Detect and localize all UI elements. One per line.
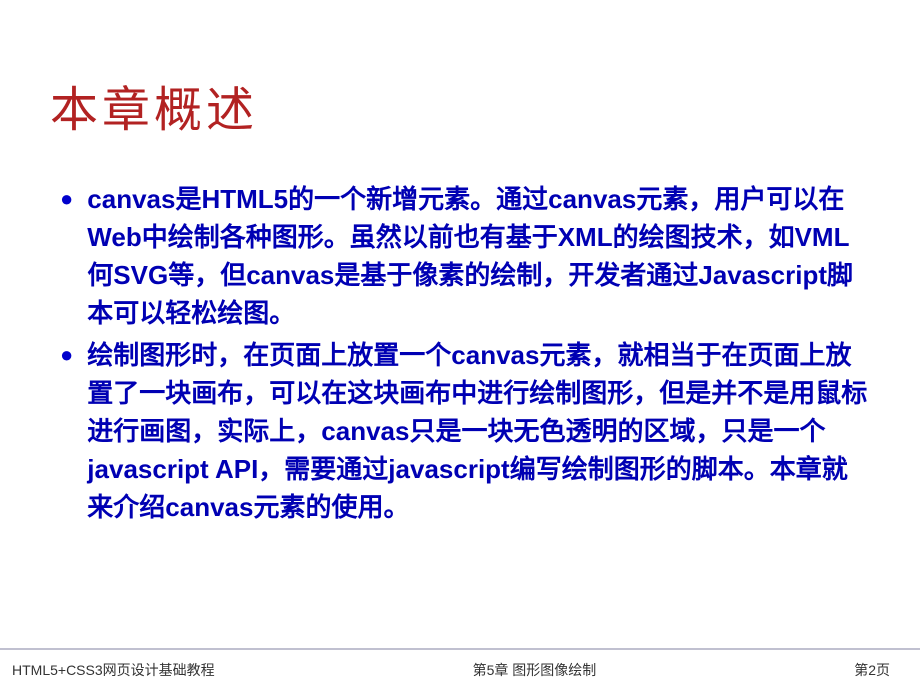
chapter-title: 本章概述 bbox=[50, 70, 870, 140]
slide: 本章概述 ● canvas是HTML5的一个新增元素。通过canvas元素，用户… bbox=[0, 0, 920, 690]
bullet-item: ● canvas是HTML5的一个新增元素。通过canvas元素，用户可以在We… bbox=[60, 180, 870, 332]
content-area: ● canvas是HTML5的一个新增元素。通过canvas元素，用户可以在We… bbox=[50, 180, 870, 690]
bullet-dot-icon: ● bbox=[60, 336, 73, 374]
footer-chapter: 第5章 图形图像绘制 bbox=[215, 660, 855, 680]
bullet-item: ● 绘制图形时，在页面上放置一个canvas元素，就相当于在页面上放置了一块画布… bbox=[60, 336, 870, 526]
bullet-text: canvas是HTML5的一个新增元素。通过canvas元素，用户可以在Web中… bbox=[87, 180, 870, 332]
footer-book-title: HTML5+CSS3网页设计基础教程 bbox=[12, 660, 215, 680]
footer-page-number: 第2页 bbox=[854, 660, 890, 680]
bullet-dot-icon: ● bbox=[60, 180, 73, 218]
footer: HTML5+CSS3网页设计基础教程 第5章 图形图像绘制 第2页 bbox=[0, 648, 920, 680]
bullet-text: 绘制图形时，在页面上放置一个canvas元素，就相当于在页面上放置了一块画布，可… bbox=[87, 336, 870, 526]
